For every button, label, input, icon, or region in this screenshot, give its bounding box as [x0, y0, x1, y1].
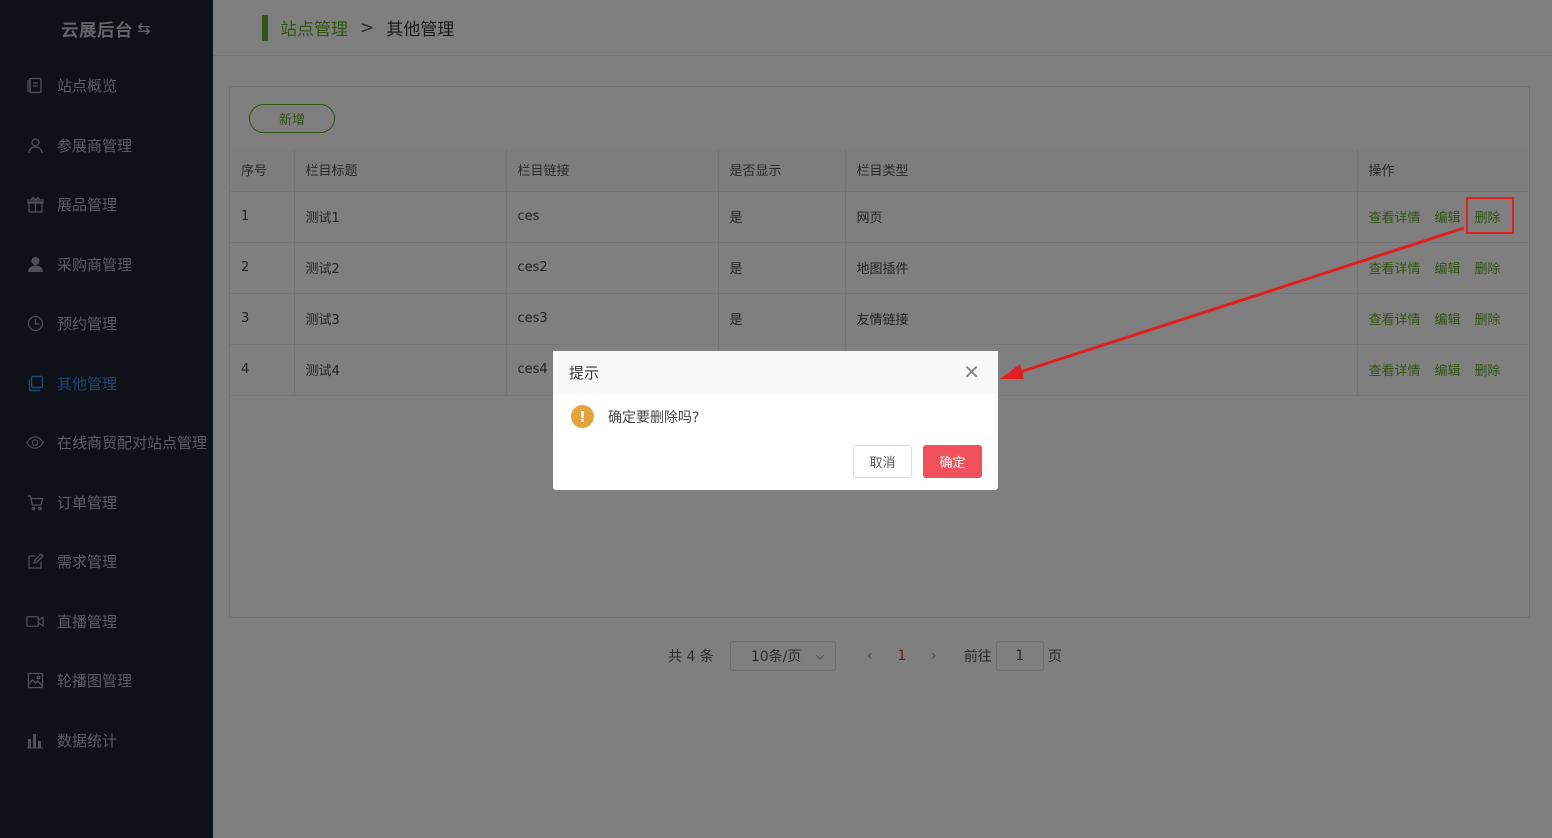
- dialog-header: 提示 ✕: [553, 351, 998, 393]
- dialog-title: 提示: [569, 363, 600, 382]
- warning-icon: !: [571, 405, 594, 428]
- dialog-buttons: 取消 确定: [853, 445, 982, 478]
- confirm-button[interactable]: 确定: [923, 445, 982, 478]
- annotation-highlight-box: [1466, 197, 1514, 234]
- dialog-message: 确定要删除吗?: [608, 409, 700, 426]
- cancel-button[interactable]: 取消: [853, 445, 912, 478]
- confirm-dialog: 提示 ✕ ! 确定要删除吗? 取消 确定: [553, 351, 998, 490]
- dialog-message-row: ! 确定要删除吗?: [553, 393, 998, 428]
- close-icon[interactable]: ✕: [963, 362, 980, 382]
